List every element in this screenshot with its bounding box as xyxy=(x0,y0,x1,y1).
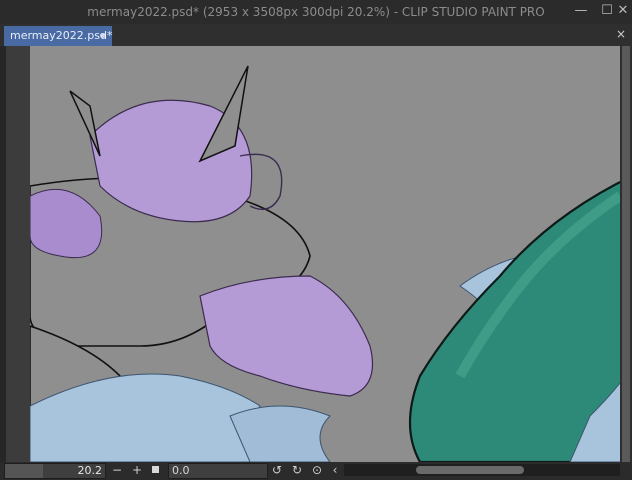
vertical-scroll-thumb[interactable] xyxy=(622,46,630,466)
left-panel-edge xyxy=(0,46,30,462)
rotation-angle-value: 0.0 xyxy=(172,464,190,477)
zoom-in-button[interactable]: + xyxy=(130,463,144,477)
minimize-button[interactable]: — xyxy=(572,3,590,18)
status-bar: 20.2 − + 0.0 ↺ ↻ ⊙ ‹ xyxy=(0,462,632,480)
rotation-angle-field[interactable]: 0.0 xyxy=(168,463,268,479)
unsaved-indicator-icon xyxy=(100,33,105,38)
tab-mermay2022[interactable]: mermay2022.psd* xyxy=(4,26,112,46)
close-button[interactable]: ✕ xyxy=(614,3,632,18)
zoom-slider-fill xyxy=(5,464,43,478)
rotate-left-button[interactable]: ↺ xyxy=(270,463,284,477)
artwork xyxy=(30,46,632,462)
left-panel-inner xyxy=(6,46,30,462)
window-title: mermay2022.psd* (2953 x 3508px 300dpi 20… xyxy=(87,5,545,19)
zoom-out-button[interactable]: − xyxy=(110,463,124,477)
reset-rotation-button[interactable]: ⊙ xyxy=(310,463,324,477)
scroll-left-button[interactable]: ‹ xyxy=(328,463,342,477)
rotate-right-button[interactable]: ↻ xyxy=(290,463,304,477)
canvas[interactable] xyxy=(30,46,632,462)
tab-label: mermay2022.psd* xyxy=(10,29,113,42)
close-tab-icon[interactable]: × xyxy=(616,27,626,41)
zoom-slider[interactable]: 20.2 xyxy=(4,463,106,479)
vertical-scrollbar[interactable] xyxy=(620,46,632,466)
title-bar: mermay2022.psd* (2953 x 3508px 300dpi 20… xyxy=(0,0,632,24)
fit-view-button[interactable] xyxy=(152,466,159,473)
horizontal-scrollbar[interactable] xyxy=(344,464,620,476)
zoom-value: 20.2 xyxy=(77,464,103,477)
horizontal-scroll-thumb[interactable] xyxy=(416,466,524,474)
document-tab-bar: mermay2022.psd* × xyxy=(0,24,632,46)
